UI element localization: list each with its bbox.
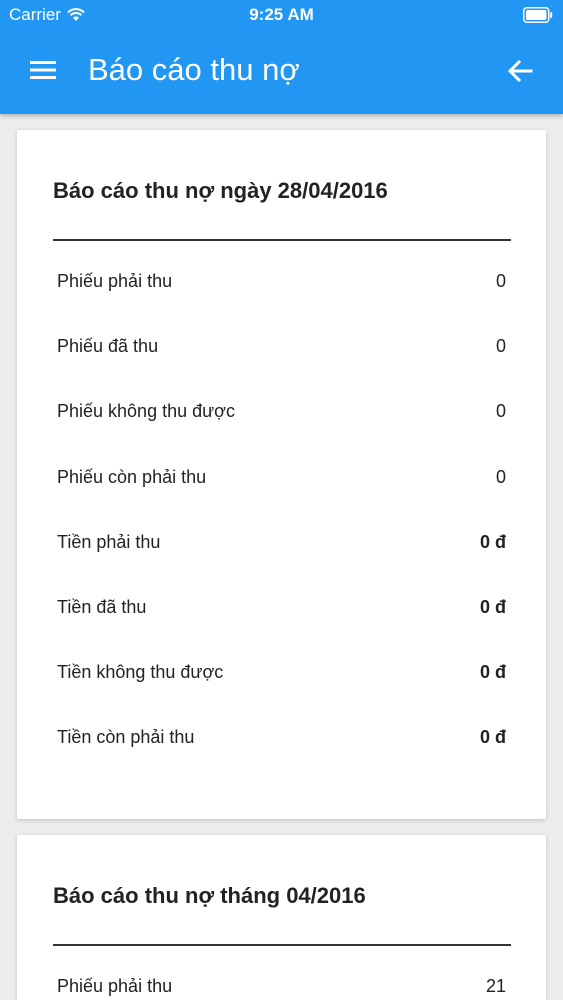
report-row-count-collected: Phiếu đã thu 0	[57, 336, 506, 401]
status-time: 9:25 AM	[249, 5, 314, 24]
day-report-title: Báo cáo thu nợ ngày 28/04/2016	[53, 178, 388, 203]
report-row-amount-remaining: Tiền còn phải thu 0 đ	[57, 727, 506, 792]
report-row-count-to-collect: Phiếu phải thu 0	[57, 271, 506, 336]
row-value: 0	[495, 401, 506, 422]
app-bar: Báo cáo thu nợ	[0, 30, 563, 114]
header: Carrier 9:25 AM Báo cáo thu nợ	[0, 0, 563, 114]
app-screen: Carrier 9:25 AM Báo cáo thu nợ Báo cáo t…	[0, 0, 563, 1000]
row-value: 0 đ	[479, 596, 506, 617]
status-bar: Carrier 9:25 AM	[0, 0, 563, 30]
month-report-rows: Phiếu phải thu 21	[57, 976, 506, 1000]
row-value: 0 đ	[479, 531, 506, 552]
report-row-amount-to-collect: Tiền phải thu 0 đ	[57, 532, 506, 597]
report-row-count-to-collect: Phiếu phải thu 21	[57, 976, 506, 1000]
report-row-count-uncollectible: Phiếu không thu được 0	[57, 401, 506, 466]
row-value: 0	[495, 271, 506, 291]
row-label: Tiền phải thu	[57, 531, 161, 552]
battery-icon	[523, 7, 553, 23]
month-report-card: Báo cáo thu nợ tháng 04/2016 Phiếu phải …	[17, 835, 546, 1000]
page-title: Báo cáo thu nợ	[88, 52, 300, 87]
row-value: 0	[495, 336, 506, 357]
row-label: Phiếu còn phải thu	[57, 466, 207, 487]
row-value: 0 đ	[479, 727, 506, 748]
report-row-amount-uncollectible: Tiền không thu được 0 đ	[57, 662, 506, 727]
report-row-amount-collected: Tiền đã thu 0 đ	[57, 597, 506, 662]
row-value: 21	[485, 976, 506, 996]
arrow-back-icon[interactable]	[507, 58, 533, 84]
row-label: Phiếu không thu được	[57, 401, 235, 422]
day-report-divider	[53, 239, 511, 241]
month-report-divider	[53, 944, 511, 946]
row-value: 0 đ	[479, 662, 506, 683]
day-report-rows: Phiếu phải thu 0 Phiếu đã thu 0 Phiếu kh…	[57, 271, 506, 793]
day-report-card: Báo cáo thu nợ ngày 28/04/2016 Phiếu phả…	[17, 130, 546, 819]
row-label: Phiếu phải thu	[57, 976, 173, 996]
month-report-title: Báo cáo thu nợ tháng 04/2016	[53, 883, 366, 908]
hamburger-menu-icon[interactable]	[30, 59, 56, 81]
row-label: Tiền không thu được	[57, 662, 224, 683]
row-value: 0	[495, 466, 506, 487]
row-label: Phiếu đã thu	[57, 336, 159, 357]
row-label: Tiền đã thu	[57, 596, 147, 617]
report-row-count-remaining: Phiếu còn phải thu 0	[57, 467, 506, 532]
row-label: Phiếu phải thu	[57, 271, 173, 291]
row-label: Tiền còn phải thu	[57, 727, 195, 748]
